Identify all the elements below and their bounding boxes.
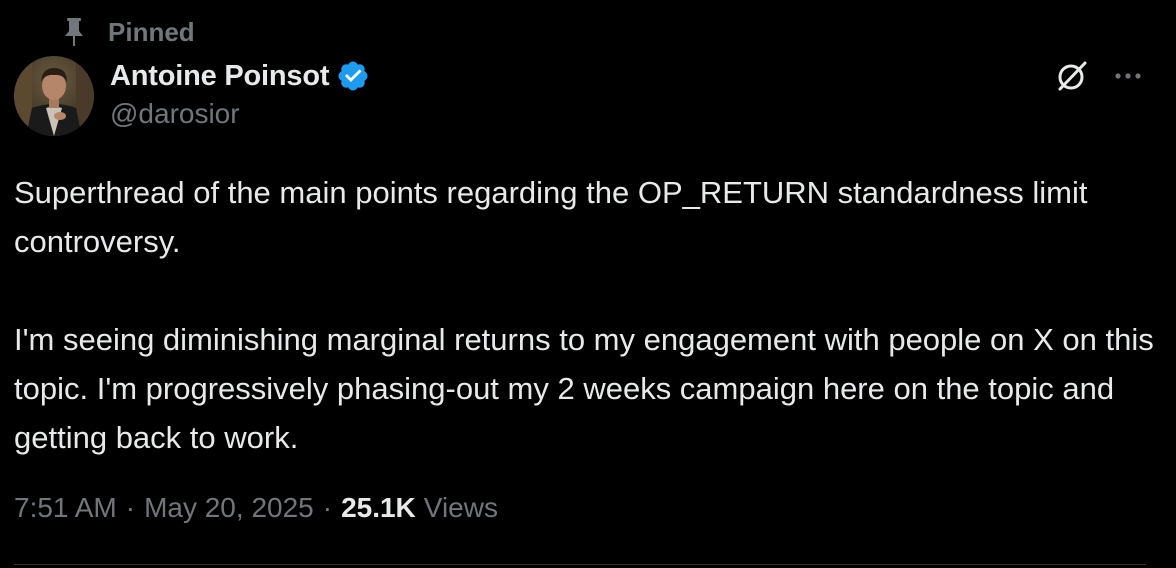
- views-count[interactable]: 25.1K: [341, 492, 416, 524]
- tweet-text: Superthread of the main points regarding…: [14, 168, 1164, 462]
- more-options-icon[interactable]: [1110, 62, 1146, 90]
- tweet-date[interactable]: May 20, 2025: [144, 492, 314, 524]
- avatar[interactable]: [14, 56, 94, 136]
- pinned-indicator: Pinned: [60, 14, 195, 50]
- avatar-image: [14, 56, 94, 136]
- views-label[interactable]: Views: [424, 492, 498, 524]
- grok-icon[interactable]: [1054, 58, 1090, 94]
- divider: [14, 564, 1146, 565]
- tweet-paragraph: I'm seeing diminishing marginal returns …: [14, 322, 1154, 455]
- author-display-name[interactable]: Antoine Poinsot: [110, 60, 330, 93]
- meta-separator: ·: [125, 492, 136, 523]
- meta-separator: ·: [322, 492, 333, 523]
- tweet-time[interactable]: 7:51 AM: [14, 492, 117, 524]
- author-name-row[interactable]: Antoine Poinsot: [110, 56, 370, 96]
- tweet-meta: 7:51 AM · May 20, 2025 · 25.1K Views: [14, 488, 498, 528]
- verified-badge-icon[interactable]: [336, 59, 370, 93]
- pinned-label: Pinned: [108, 16, 195, 47]
- author-handle[interactable]: @darosior: [110, 98, 240, 130]
- pin-icon: [60, 16, 88, 48]
- tweet-paragraph: Superthread of the main points regarding…: [14, 175, 1088, 259]
- tweet[interactable]: Pinned Antoine Poinsot @darosior Superth…: [0, 0, 1176, 568]
